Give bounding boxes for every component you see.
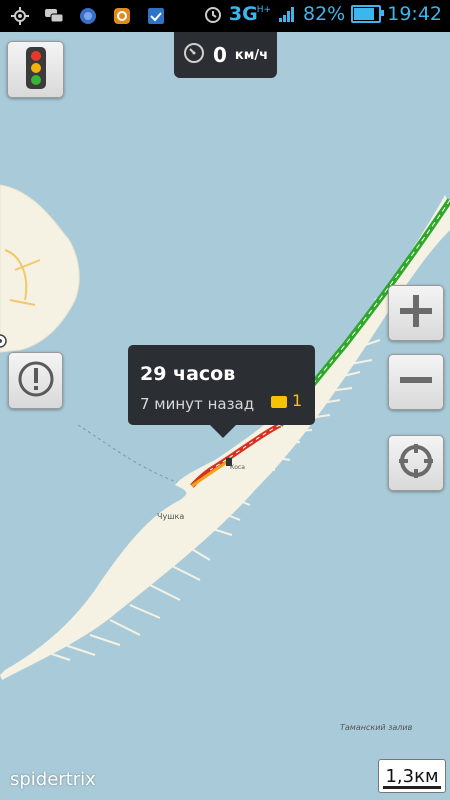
browser-icon [78,6,98,26]
battery-icon [351,5,385,23]
event-time: 7 минут назад [140,395,254,413]
zoom-out-button[interactable] [388,354,444,410]
network-type: 3G [228,3,258,25]
speed-value: 0 [212,43,227,67]
map-label-town: Чушка [157,512,185,521]
sync-icon [112,6,132,26]
comment-count: 1 [292,391,303,410]
event-title: 29 часов [140,363,236,385]
locate-icon [397,442,435,484]
plus-icon [398,293,434,333]
map-scale: 1,3км [378,759,446,793]
map-label-bay: Таманский залив [340,723,413,732]
event-popup[interactable]: 29 часов 7 минут назад 1 [128,345,315,438]
map-label-station: Коса [230,464,245,471]
exclamation-icon [17,360,55,402]
speed-unit: км/ч [234,47,269,63]
report-event-button[interactable] [8,352,63,409]
comment-icon [271,396,287,408]
signal-icon [277,4,297,24]
chat-icon [44,6,64,26]
alarm-icon [203,4,223,24]
minus-icon [398,362,434,402]
scale-label: 1,3км [385,765,439,787]
network-sup: H+ [256,5,271,15]
scale-bar [383,786,441,789]
status-bar: 3G H+ 82% 19:42 [0,0,450,32]
notification-icons [10,6,166,26]
traffic-light-icon [24,46,48,94]
zoom-in-button[interactable] [388,285,444,341]
traffic-toggle-button[interactable] [7,41,64,98]
speedometer-panel: 0 км/ч [174,32,277,78]
event-time-text: 7 минут назад [140,395,255,413]
speedometer-icon [183,42,205,68]
system-status: 3G H+ 82% 19:42 [203,3,442,25]
my-location-button[interactable] [388,435,444,491]
watermark-text: spidertrix [10,769,96,790]
clock: 19:42 [387,3,442,25]
gps-icon [10,6,30,26]
battery-percent: 82% [303,3,346,25]
shield-icon [146,6,166,26]
